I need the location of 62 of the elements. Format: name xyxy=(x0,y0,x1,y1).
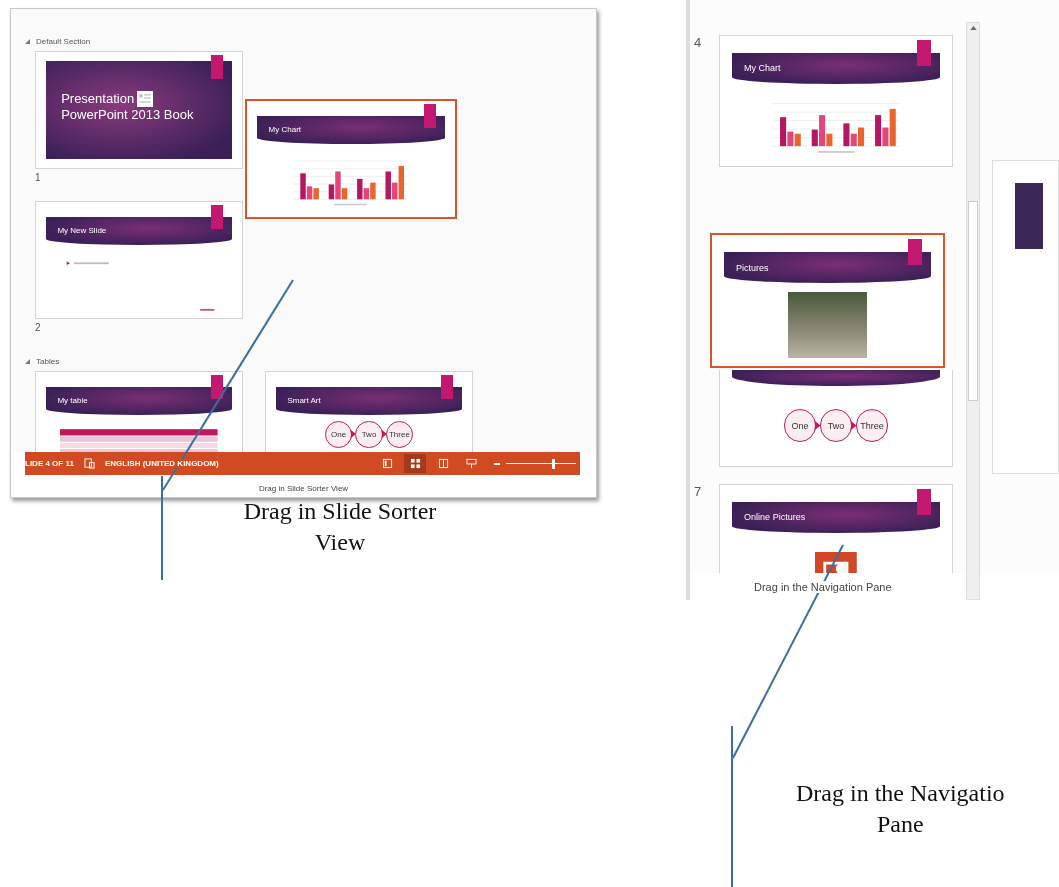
slide-thumbnail[interactable]: One Two Three xyxy=(719,370,953,467)
slide-number: 2 xyxy=(35,322,41,333)
bookmark-tag xyxy=(211,55,224,79)
scrollbar-thumb[interactable] xyxy=(968,201,979,401)
bookmark-tag xyxy=(908,238,923,266)
figure-caption: Drag in Slide Sorter View xyxy=(242,497,438,557)
process-step: Three xyxy=(855,409,889,442)
reading-view-icon xyxy=(437,458,449,469)
language-indicator[interactable]: ENGLISH (UNITED KINGDOM) xyxy=(104,459,219,468)
process-step: Two xyxy=(355,420,383,449)
screenshot-caption: Drag in Slide Sorter View xyxy=(257,484,350,493)
bookmark-tag xyxy=(423,104,437,128)
slide-thumbnail[interactable]: My Chart xyxy=(245,99,457,219)
slide-indicator: LIDE 4 OF 11 xyxy=(25,459,74,468)
slide-title: Online Pictures xyxy=(743,512,806,523)
bookmark-tag xyxy=(917,39,932,66)
slide-title: Pictures xyxy=(735,262,769,273)
slide-show-icon xyxy=(465,458,477,469)
figure-caption: Drag in the Navigatio Pane xyxy=(796,779,1005,839)
slide-thumbnail[interactable]: My table xyxy=(35,371,243,452)
slide-title: My New Slide xyxy=(56,226,107,236)
arrow-icon xyxy=(851,421,857,430)
section-label[interactable]: Tables xyxy=(36,356,60,366)
process-step: Three xyxy=(385,420,414,449)
bookmark-tag xyxy=(917,488,932,515)
scroll-up-icon[interactable] xyxy=(970,26,978,30)
slide-title: My Chart xyxy=(743,63,781,74)
slide-title: Presentation xyxy=(61,91,135,108)
process-step: One xyxy=(783,409,817,442)
slider-thumb[interactable] xyxy=(551,458,555,469)
arrow-icon xyxy=(351,429,357,438)
zoom-out-icon[interactable] xyxy=(494,462,500,465)
slide-title: My Chart xyxy=(267,125,302,135)
slide-thumbnail[interactable]: My Chart xyxy=(719,35,953,167)
slide-thumbnail[interactable]: My New Slide xyxy=(35,201,243,319)
bookmark-tag xyxy=(211,205,224,229)
slide-thumbnail[interactable]: Pictures xyxy=(710,233,945,368)
slide-number: 1 xyxy=(35,172,41,183)
notes-icon[interactable] xyxy=(83,458,95,469)
slide-number: 4 xyxy=(693,35,703,50)
bookmark-tag xyxy=(441,375,454,399)
slide-sorter-button[interactable] xyxy=(404,454,426,473)
slide-title: PowerPoint 2013 Book xyxy=(61,107,194,124)
slide-number: 7 xyxy=(693,484,703,499)
slide-shape-drawing xyxy=(1014,183,1043,249)
slide-thumbnail[interactable]: Smart Art One Two Three xyxy=(265,371,473,452)
process-step: One xyxy=(324,420,353,449)
slide-sorter-icon xyxy=(409,458,421,469)
process-step: Two xyxy=(819,409,853,442)
slide-title: My table xyxy=(56,396,88,406)
normal-view-icon xyxy=(381,458,393,469)
document-icon xyxy=(137,91,154,108)
bookmark-tag xyxy=(211,375,224,399)
collapse-triangle-icon[interactable] xyxy=(25,358,30,364)
slide-title: Smart Art xyxy=(286,396,321,406)
collapse-triangle-icon[interactable] xyxy=(25,38,30,44)
scrollbar[interactable] xyxy=(966,22,980,600)
slide-thumbnail[interactable]: Online Pictures xyxy=(719,484,953,573)
arrow-icon xyxy=(381,429,387,438)
slide-thumbnail[interactable]: Presentation PowerPoint 2013 Book xyxy=(35,51,243,169)
section-label[interactable]: Default Section xyxy=(36,36,91,46)
arrow-icon xyxy=(815,421,821,430)
